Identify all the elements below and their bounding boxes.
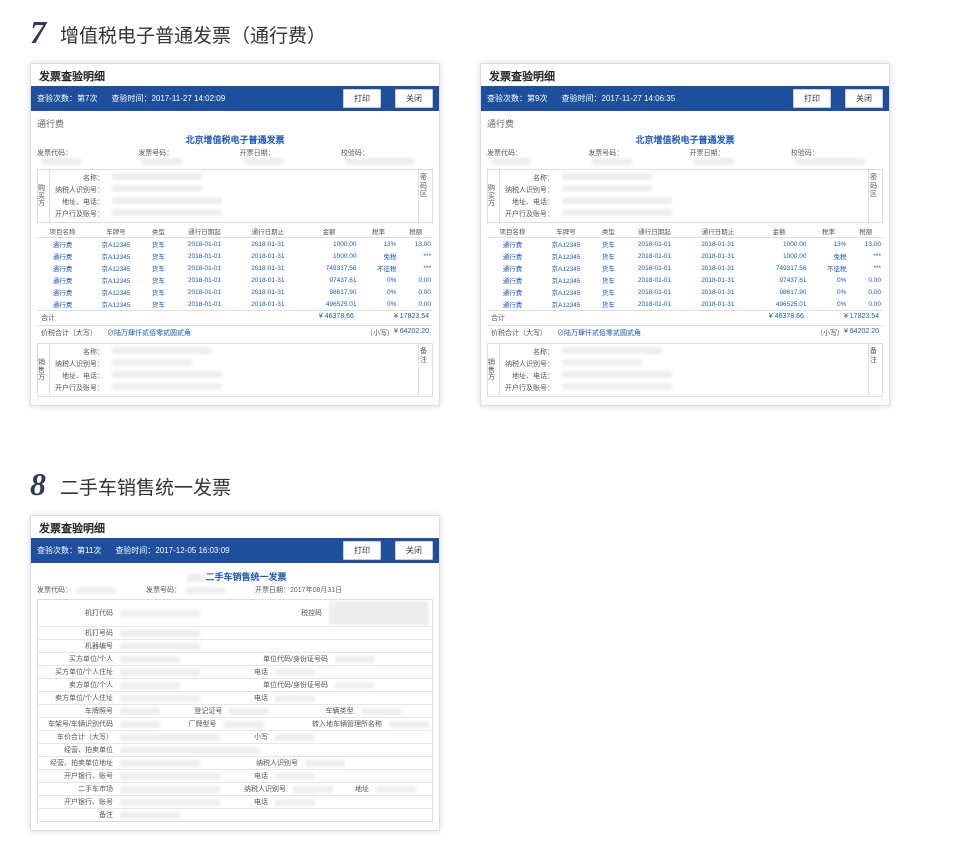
section-8-title: 二手车销售统一发票: [60, 473, 231, 503]
table-row: 通行费京A12345货车2018-01-012018-01-3197437.61…: [487, 274, 883, 286]
card-title: 发票查验明细: [31, 64, 439, 86]
seller-side-label: 销售方: [38, 344, 50, 396]
table-row: 通行费京A12345货车2018-01-012018-01-31496525.0…: [37, 298, 433, 310]
close-button[interactable]: 关闭: [845, 89, 883, 108]
invoice-panel: 通行费 北京增值税电子普通发票 发票代码： 发票号码： 开票日期： 校验码： 购…: [31, 111, 439, 405]
table-row: 通行费京A12345货车2018-01-012018-01-3197437.61…: [37, 274, 433, 286]
section-8-header: 8 二手车销售统一发票: [30, 466, 923, 503]
check-time: 查验时间：2017-11-27 14:02:09: [111, 93, 225, 104]
invoice-panel: 通行费 北京增值税电子普通发票 发票代码： 发票号码： 开票日期： 校验码： 购…: [481, 111, 889, 405]
check-count: 查验次数：第9次: [487, 93, 547, 104]
print-button[interactable]: 打印: [343, 89, 381, 108]
card-title: 发票查验明细: [31, 516, 439, 538]
toolbar: 查验次数：第9次 查验时间：2017-11-27 14:06:35 打印 关闭: [481, 86, 889, 111]
table-row: 通行费京A12345货车2018-01-012018-01-311000.00免…: [487, 250, 883, 262]
table-row: 通行费京A12345货车2018-01-012018-01-311000.00免…: [37, 250, 433, 262]
table-row: 通行费京A12345货车2018-01-012018-01-3198617.90…: [487, 286, 883, 298]
meta-line: 发票代码： 发票号码： 开票日期： 校验码：: [37, 148, 433, 165]
buyer-box: 购买方 名称： 纳税人识别号： 地址、电话： 开户行及账号： 密码区: [37, 169, 433, 223]
table-row: 通行费京A12345货车2018-01-012018-01-31496525.0…: [487, 298, 883, 310]
total-line: 价税合计（大写） ⊘陆万肆仟贰佰零贰圆贰角 （小写） ¥ 64202.20: [37, 325, 433, 340]
form-grid: 机打代码 税控码 机打号码 机器编号 买方单位/个人 单位代码/身份证号码 买方…: [37, 599, 433, 822]
invoice-panel: 二手车销售统一发票 发票代码： 发票号码： 开票日期：2017年08月31日 机…: [31, 563, 439, 830]
table-row: 通行费京A12345货车2018-01-012018-01-311000.001…: [37, 238, 433, 251]
subhead: 通行费: [37, 117, 433, 130]
items-table: 项目名称 车牌号 类型 通行日期起 通行日期止 金额 税率 税额 通行费京A12…: [37, 225, 433, 310]
used-car-invoice-card: 发票查验明细 查验次数：第11次 查验时间：2017-12-05 16:03:0…: [30, 515, 440, 831]
print-button[interactable]: 打印: [343, 541, 381, 560]
table-row: 通行费京A12345货车2018-01-012018-01-31749317.5…: [487, 262, 883, 274]
invoice-detail-card-2: 发票查验明细 查验次数：第9次 查验时间：2017-11-27 14:06:35…: [480, 63, 890, 406]
check-count: 查验次数：第11次: [37, 545, 101, 556]
toolbar: 查验次数：第11次 查验时间：2017-12-05 16:03:09 打印 关闭: [31, 538, 439, 563]
check-time: 查验时间：2017-12-05 16:03:09: [115, 545, 229, 556]
close-button[interactable]: 关闭: [395, 89, 433, 108]
seller-box: 销售方 名称： 纳税人识别号： 地址、电话： 开户行及账号： 备注: [37, 343, 433, 397]
invoice-detail-card-1: 发票查验明细 查验次数：第7次 查验时间：2017-11-27 14:02:09…: [30, 63, 440, 406]
toolbar: 查验次数：第7次 查验时间：2017-11-27 14:02:09 打印 关闭: [31, 86, 439, 111]
check-count: 查验次数：第7次: [37, 93, 97, 104]
note-side: 备注: [418, 344, 432, 396]
section-7-header: 7 增值税电子普通发票（通行费）: [30, 14, 923, 51]
section-7-number: 7: [30, 14, 46, 51]
buyer-side-label: 购买方: [38, 170, 50, 222]
table-row: 通行费京A12345货车2018-01-012018-01-3198617.90…: [37, 286, 433, 298]
subtotal-line: 合计 ¥ 46378.66 ¥ 17823.54: [37, 310, 433, 325]
section-7-title: 增值税电子普通发票（通行费）: [60, 21, 326, 51]
section-8-number: 8: [30, 466, 46, 503]
invoice-title: 二手车销售统一发票: [37, 570, 433, 583]
card-title: 发票查验明细: [481, 64, 889, 86]
invoice-title: 北京增值税电子普通发票: [37, 133, 433, 146]
check-time: 查验时间：2017-11-27 14:06:35: [561, 93, 675, 104]
section-7-cards-row: 发票查验明细 查验次数：第7次 查验时间：2017-11-27 14:02:09…: [30, 63, 923, 406]
table-row: 通行费京A12345货车2018-01-012018-01-31749317.5…: [37, 262, 433, 274]
password-side: 密码区: [418, 170, 432, 222]
print-button[interactable]: 打印: [793, 89, 831, 108]
meta-line: 发票代码： 发票号码： 开票日期：2017年08月31日: [37, 585, 433, 595]
table-row: 通行费京A12345货车2018-01-012018-01-311000.001…: [487, 238, 883, 251]
close-button[interactable]: 关闭: [395, 541, 433, 560]
